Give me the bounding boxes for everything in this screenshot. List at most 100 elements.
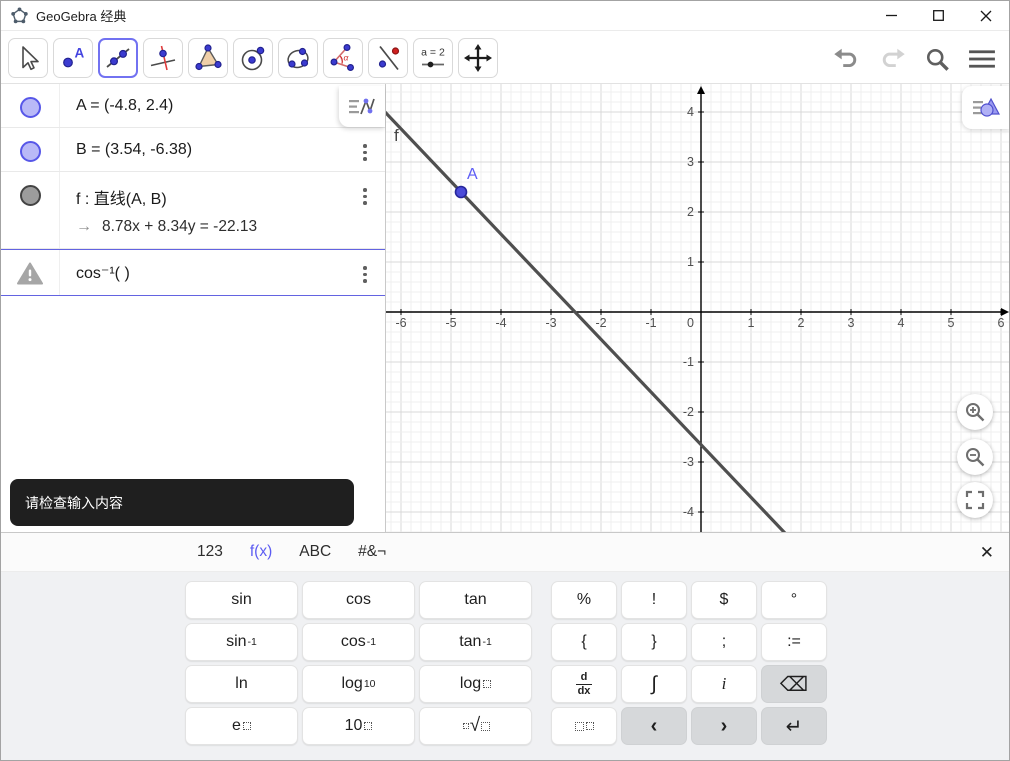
angle-tool-button[interactable]: α [323,38,363,78]
conic-tool-button[interactable] [278,38,318,78]
key-subscript-template[interactable] [551,707,617,745]
key-brace-close[interactable]: } [621,623,687,661]
minimize-button[interactable] [868,1,915,30]
close-button[interactable] [962,1,1009,30]
key-ln[interactable]: ln [185,665,298,703]
zoom-in-button[interactable] [957,394,993,430]
fullscreen-button[interactable] [957,482,993,518]
line-tool-button[interactable] [98,38,138,78]
window-title: GeoGebra 经典 [36,9,127,24]
y-tick-label: 3 [687,155,694,169]
algebra-row-1[interactable]: B = (3.54, -6.38) [1,128,385,172]
x-tick-label: 4 [898,316,905,330]
zoom-out-button[interactable] [957,439,993,475]
key-ten-power[interactable]: 10 [302,707,415,745]
algebra-row-text: f : 直线(A, B) [76,191,167,208]
visibility-marble[interactable] [19,141,41,162]
keyboard-close-icon[interactable]: ✕ [980,533,994,572]
key-dollar[interactable]: $ [691,581,757,619]
visibility-marble[interactable] [19,185,41,206]
title-bar: GeoGebra 经典 [1,1,1009,31]
x-tick-label: 5 [948,316,955,330]
perpendicular-tool-button[interactable] [143,38,183,78]
point-a[interactable] [454,185,468,199]
key-brace-open[interactable]: { [551,623,617,661]
polygon-tool-button[interactable] [188,38,228,78]
key-arcsin[interactable]: sin -1 [185,623,298,661]
reflect-tool-button[interactable] [368,38,408,78]
key-arctan[interactable]: tan -1 [419,623,532,661]
point-a-label: A [467,166,478,183]
slider-tool-button[interactable]: a = 2 [413,38,453,78]
algebra-row-text: B = (3.54, -6.38) [76,141,193,158]
key-enter[interactable]: ↵ [761,707,827,745]
main-area: A = (-4.8, 2.4) B = (3.54, -6.38) f : 直线(A… [1,83,1009,532]
algebra-style-button[interactable] [339,86,385,127]
y-tick-label: -3 [683,455,694,469]
key-derivative[interactable]: d dx [551,665,617,703]
key-imaginary[interactable]: i [691,665,757,703]
geogebra-window: GeoGebra 经典 Aα a = 2 A = (-4.8, 2.4) B = … [0,0,1010,761]
key-backspace[interactable]: ⌫ [761,665,827,703]
undo-icon[interactable] [832,47,861,71]
x-tick-label: -2 [595,316,606,330]
x-tick-label: -4 [495,316,506,330]
key-percent[interactable]: % [551,581,617,619]
x-tick-label: 2 [798,316,805,330]
key-cos[interactable]: cos [302,581,415,619]
keyboard-tab-bar: 123 f(x) ABC #&¬ ✕ [1,533,1009,572]
key-log-base[interactable]: log [419,665,532,703]
graphics-style-button[interactable] [962,86,1009,129]
row-options-icon[interactable] [363,266,367,295]
algebra-row-2[interactable]: f : 直线(A, B) → 8.78x + 8.34y = -22.13 [1,172,385,249]
perpendicular-tool-icon [150,45,176,71]
key-degree[interactable]: ° [761,581,827,619]
keyboard-tab-123[interactable]: 123 [197,543,223,561]
menu-icon[interactable] [968,48,996,70]
row-options-icon[interactable] [363,188,367,248]
line-tool-icon [106,48,130,68]
maximize-button[interactable] [915,1,962,30]
algebra-row-3[interactable]: cos⁻¹( ) [1,249,385,296]
algebra-row-text: cos⁻¹( ) [76,265,130,282]
algebra-row-0[interactable]: A = (-4.8, 2.4) [1,84,385,128]
y-tick-label: -4 [683,505,694,519]
search-icon[interactable] [924,46,951,73]
move-view-tool-button[interactable] [458,38,498,78]
x-tick-label: -3 [545,316,556,330]
x-tick-label: -1 [645,316,656,330]
keyboard-tab-abc[interactable]: ABC [299,543,331,561]
move-tool-icon [22,46,39,71]
x-tick-label: 3 [848,316,855,330]
key-factorial[interactable]: ! [621,581,687,619]
key-log10[interactable]: log 10 [302,665,415,703]
key-semicolon[interactable]: ; [691,623,757,661]
keyboard-tab-special[interactable]: #&¬ [358,543,386,561]
key-sin[interactable]: sin [185,581,298,619]
x-tick-label: -5 [445,316,456,330]
move-tool-button[interactable] [8,38,48,78]
circle-tool-button[interactable] [233,38,273,78]
row-options-icon[interactable] [363,144,367,171]
key-cursor-right[interactable]: › [691,707,757,745]
polygon-tool-icon [195,44,222,71]
key-tan[interactable]: tan [419,581,532,619]
key-arccos[interactable]: cos -1 [302,623,415,661]
key-assign[interactable]: := [761,623,827,661]
key-nroot[interactable]: √ [419,707,532,745]
key-cursor-left[interactable]: ‹ [621,707,687,745]
keyboard-tab-fx[interactable]: f(x) [250,543,272,561]
virtual-keyboard: 123 f(x) ABC #&¬ ✕ sin cos tan%! $ ° sin -1 cos -1 t… [1,532,1009,760]
algebra-row-definition: → 8.78x + 8.34y = -22.13 [76,218,258,235]
redo-icon[interactable] [878,47,907,71]
svg-text:a = 2: a = 2 [421,47,445,59]
point-tool-button[interactable]: A [53,38,93,78]
key-e-power[interactable]: e [185,707,298,745]
plot-canvas[interactable]: -6 -5 -4 -3 -2 -1 0 1 2 3 4 5 6 4 3 2 1 -1 -2 -3 -4 f A [386,84,1009,532]
reflect-tool-icon [378,45,400,71]
visibility-marble[interactable] [19,97,41,118]
toolbar: Aα a = 2 [1,31,1009,83]
graphics-view[interactable]: -6 -5 -4 -3 -2 -1 0 1 2 3 4 5 6 4 3 2 1 -1 -2 -3 -4 f A [386,84,1009,532]
key-integral[interactable]: ∫ [621,665,687,703]
line-f-label: f [394,126,399,145]
